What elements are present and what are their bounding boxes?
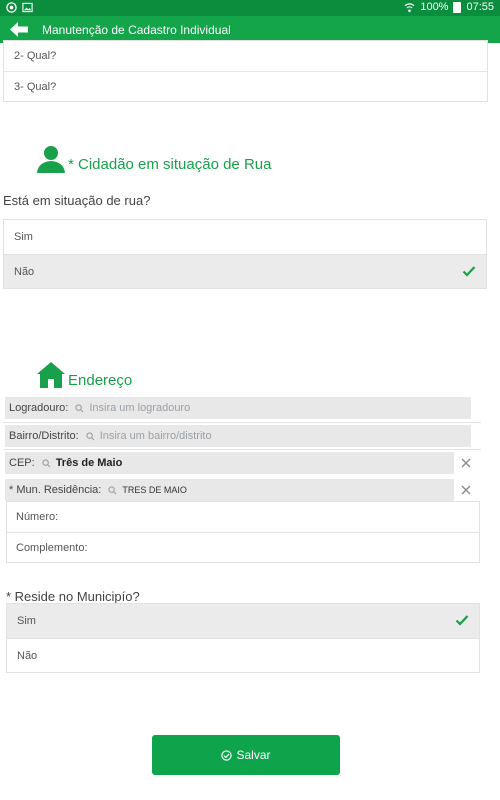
option-nao[interactable]: Não (7, 638, 479, 672)
option-sim[interactable]: Sim (4, 220, 486, 254)
search-icon (86, 431, 95, 440)
municipio-field[interactable]: * Mun. Residência: TRES DE MAIO (5, 479, 454, 501)
option-label: Não (14, 265, 35, 278)
field-label: Complemento: (16, 541, 88, 554)
status-bar: 100% 07:55 (0, 0, 500, 16)
home-icon (37, 362, 65, 388)
field-label: Logradouro: (9, 402, 69, 414)
cep-value: Três de Maio (55, 457, 123, 469)
check-icon (455, 615, 469, 626)
back-arrow-icon[interactable] (8, 20, 30, 39)
bairro-field[interactable]: Bairro/Distrito: Insira um bairro/distri… (5, 425, 471, 447)
app-bar: Manutenção de Cadastro Individual (0, 16, 500, 43)
previous-questions-list: 2- Qual? 3- Qual? (3, 40, 488, 102)
bairro-placeholder: Insira um bairro/distrito (99, 430, 212, 442)
clear-cep-icon[interactable] (460, 457, 472, 469)
resides-question: * Reside no Municipío? (6, 589, 140, 604)
field-label: Bairro/Distrito: (9, 430, 79, 442)
divider (3, 449, 481, 450)
numero-field[interactable]: Número: (7, 502, 479, 532)
save-label: Salvar (236, 748, 271, 762)
address-inputs: Número: Complemento: (6, 501, 480, 563)
option-sim[interactable]: Sim (7, 604, 479, 638)
list-item-label: 2- Qual? (14, 50, 57, 62)
list-item-label: 3- Qual? (14, 80, 57, 93)
street-section-heading: * Cidadão em situação de Rua (36, 145, 271, 173)
street-question: Está em situação de rua? (3, 193, 151, 208)
app-notification-icon (6, 2, 17, 13)
clear-municipio-icon[interactable] (460, 484, 472, 496)
battery-icon (453, 1, 462, 13)
cep-field[interactable]: CEP: Três de Maio (5, 452, 454, 474)
street-options: Sim Não (3, 219, 487, 289)
section-title: Endereço (68, 372, 133, 389)
check-icon (462, 266, 476, 277)
list-item[interactable]: 3- Qual? (4, 71, 487, 101)
page-title: Manutenção de Cadastro Individual (42, 23, 231, 37)
option-nao[interactable]: Não (4, 254, 486, 288)
section-title: * Cidadão em situação de Rua (68, 156, 272, 173)
search-icon (108, 485, 117, 494)
field-label: CEP: (9, 457, 35, 469)
clock: 07:55 (466, 1, 494, 13)
municipio-value: TRES DE MAIO (122, 485, 187, 495)
logradouro-field[interactable]: Logradouro: Insira um logradouro (5, 397, 471, 419)
option-label: Sim (14, 231, 33, 243)
image-notification-icon (22, 2, 33, 13)
search-icon (75, 403, 84, 412)
divider (3, 422, 481, 423)
search-icon (42, 458, 51, 467)
option-label: Sim (17, 615, 36, 627)
check-circle-icon (221, 749, 233, 761)
address-section-heading: Endereço (36, 361, 132, 389)
option-label: Não (17, 649, 38, 662)
logradouro-placeholder: Insira um logradouro (89, 402, 191, 414)
battery-percent: 100% (420, 1, 449, 13)
wifi-icon (404, 2, 415, 12)
list-item[interactable]: 2- Qual? (4, 41, 487, 71)
person-icon (37, 146, 65, 173)
field-label: Número: (16, 511, 59, 523)
complemento-field[interactable]: Complemento: (7, 532, 479, 562)
resides-options: Sim Não (6, 603, 480, 673)
field-label: * Mun. Residência: (9, 484, 102, 496)
save-button[interactable]: Salvar (152, 735, 340, 775)
